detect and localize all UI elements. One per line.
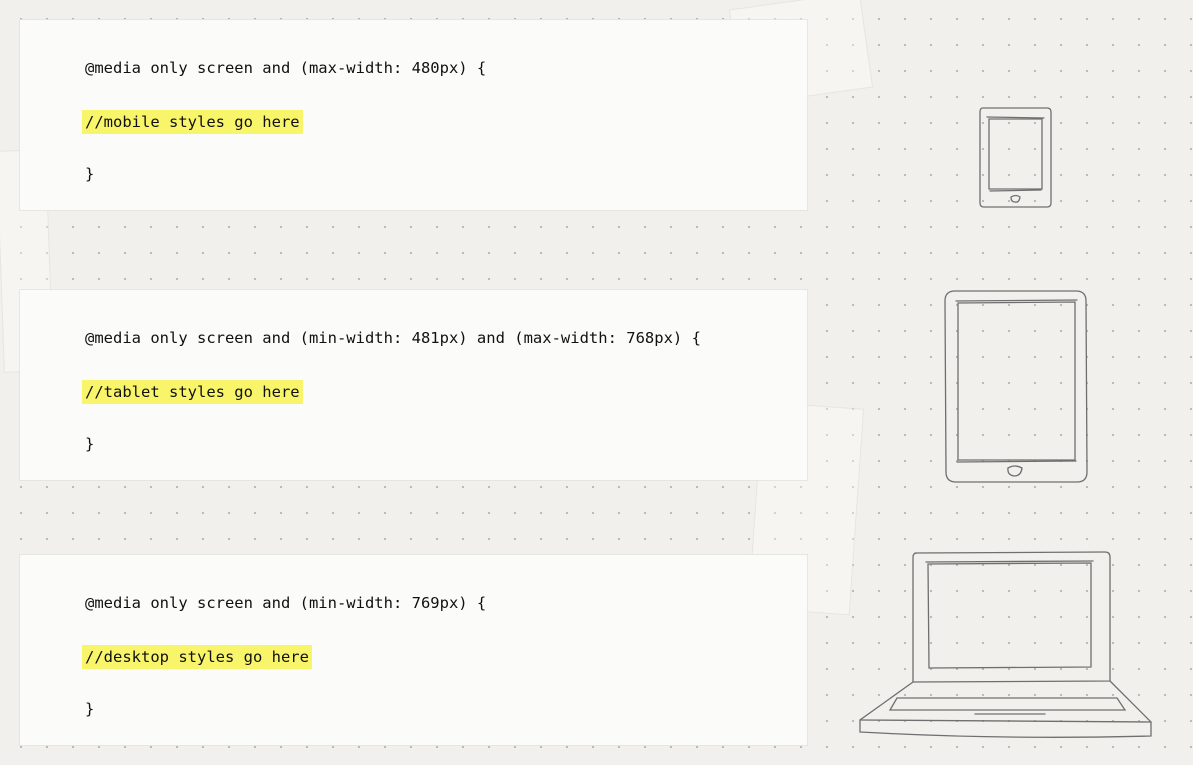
- highlighted-comment: //desktop styles go here: [82, 645, 312, 669]
- highlighted-comment: //mobile styles go here: [82, 110, 303, 134]
- media-query-line: @media only screen and (max-width: 480px…: [85, 59, 487, 77]
- tablet-icon: [941, 288, 1091, 486]
- highlighted-comment: //tablet styles go here: [82, 380, 303, 404]
- laptop-icon: [855, 548, 1160, 748]
- closing-brace: }: [85, 165, 95, 183]
- media-query-line: @media only screen and (min-width: 481px…: [85, 329, 701, 347]
- media-query-line: @media only screen and (min-width: 769px…: [85, 594, 487, 612]
- closing-brace: }: [85, 435, 95, 453]
- phone-icon: [975, 104, 1057, 212]
- code-card-mobile: @media only screen and (max-width: 480px…: [20, 20, 807, 210]
- code-card-tablet: @media only screen and (min-width: 481px…: [20, 290, 807, 480]
- closing-brace: }: [85, 700, 95, 718]
- code-card-desktop: @media only screen and (min-width: 769px…: [20, 555, 807, 745]
